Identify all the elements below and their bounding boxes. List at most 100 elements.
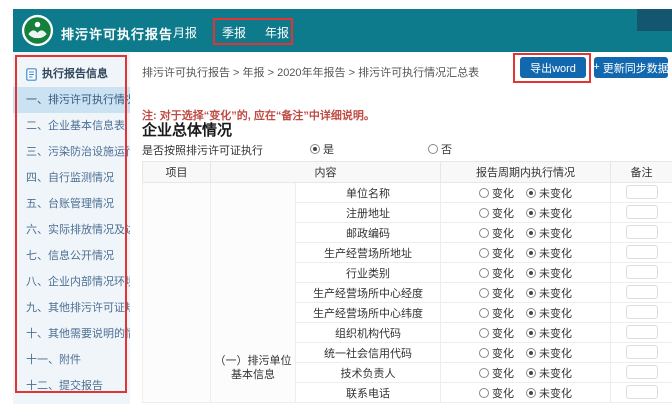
breadcrumb: 排污许可执行报告 > 年报 > 2020年年报告 > 排污许可执行情况汇总表 xyxy=(142,67,480,79)
sidebar-item-ledger-management[interactable]: 五、台账管理情况 xyxy=(13,191,130,217)
radio-changed[interactable] xyxy=(479,307,489,318)
radio-unchanged[interactable] xyxy=(526,327,536,338)
row-label: 生产经营场所中心经度 xyxy=(295,282,441,303)
radio-unchanged[interactable] xyxy=(526,387,536,398)
unchanged-label: 未变化 xyxy=(539,227,572,240)
sidebar-item-other-permit[interactable]: 九、其他排污许可证规. xyxy=(13,295,130,321)
radio-unchanged[interactable] xyxy=(526,347,536,358)
remark-input[interactable] xyxy=(625,225,658,240)
sidebar-item-info-disclosure[interactable]: 七、信息公开情况 xyxy=(13,243,130,269)
unchanged-option[interactable]: 未变化 xyxy=(526,185,572,201)
radio-unchanged[interactable] xyxy=(526,187,536,198)
changed-label: 变化 xyxy=(492,307,514,320)
changed-option[interactable]: 变化 xyxy=(479,185,514,201)
unchanged-option[interactable]: 未变化 xyxy=(526,265,572,281)
radio-yes[interactable] xyxy=(310,144,320,154)
unchanged-label: 未变化 xyxy=(539,287,572,300)
changed-option[interactable]: 变化 xyxy=(479,365,514,381)
nav-annual-report[interactable]: 年报 xyxy=(265,24,289,41)
radio-changed[interactable] xyxy=(479,187,489,198)
ministry-logo-icon xyxy=(21,14,54,47)
remark-input[interactable] xyxy=(625,185,658,200)
radio-unchanged[interactable] xyxy=(526,307,536,318)
sidebar-item-internal-env[interactable]: 八、企业内部情况环境. xyxy=(13,269,130,295)
unchanged-option[interactable]: 未变化 xyxy=(526,365,572,381)
unchanged-option[interactable]: 未变化 xyxy=(526,285,572,301)
sync-button-label: 更新同步数据 xyxy=(602,62,669,75)
unchanged-option[interactable]: 未变化 xyxy=(526,205,572,221)
nav-monthly-report[interactable]: 月报 xyxy=(173,24,197,41)
user-menu-fragment[interactable] xyxy=(637,9,672,31)
unchanged-label: 未变化 xyxy=(539,327,572,340)
sidebar-item-permit-execution[interactable]: 一、排污许可执行情况 xyxy=(13,87,130,113)
changed-option[interactable]: 变化 xyxy=(479,385,514,401)
export-word-button[interactable]: 导出word xyxy=(520,57,586,78)
changed-option[interactable]: 变化 xyxy=(479,285,514,301)
remark-input[interactable] xyxy=(625,365,658,380)
summary-table: 项目 内容 报告周期内执行情况 备注 （一）排污单位 基本信息 单位名称 变化 xyxy=(142,161,672,403)
sidebar-item-attachments[interactable]: 十一、附件 xyxy=(13,347,130,373)
changed-option[interactable]: 变化 xyxy=(479,245,514,261)
sync-data-button[interactable]: + 更新同步数据 xyxy=(593,57,669,78)
changed-option[interactable]: 变化 xyxy=(479,205,514,221)
remark-input[interactable] xyxy=(625,245,658,260)
app-window: 排污许可执行报告 月报 季报 年报 执行报告信息 一、排污许可执行情况 二、企业… xyxy=(13,9,672,404)
remark-input[interactable] xyxy=(625,305,658,320)
radio-changed[interactable] xyxy=(479,227,489,238)
nav-quarterly-report[interactable]: 季报 xyxy=(222,24,246,41)
sidebar-item-submit-report[interactable]: 十二、提交报告 xyxy=(13,373,130,399)
radio-unchanged[interactable] xyxy=(526,227,536,238)
radio-changed[interactable] xyxy=(479,287,489,298)
unchanged-option[interactable]: 未变化 xyxy=(526,305,572,321)
radio-changed[interactable] xyxy=(479,267,489,278)
unchanged-label: 未变化 xyxy=(539,307,572,320)
changed-label: 变化 xyxy=(492,347,514,360)
radio-unchanged[interactable] xyxy=(526,207,536,218)
unchanged-option[interactable]: 未变化 xyxy=(526,245,572,261)
sidebar-item-self-monitoring[interactable]: 四、自行监测情况 xyxy=(13,165,130,191)
remark-input[interactable] xyxy=(625,265,658,280)
radio-changed[interactable] xyxy=(479,207,489,218)
radio-unchanged[interactable] xyxy=(526,287,536,298)
project-cell xyxy=(142,182,211,403)
unchanged-option[interactable]: 未变化 xyxy=(526,385,572,401)
col-header-content: 内容 xyxy=(210,161,441,183)
radio-changed[interactable] xyxy=(479,247,489,258)
sidebar-item-other-notes[interactable]: 十、其他需要说明的情. xyxy=(13,321,130,347)
unchanged-option[interactable]: 未变化 xyxy=(526,325,572,341)
row-label: 技术负责人 xyxy=(295,362,441,383)
compliance-yes-option[interactable]: 是 xyxy=(310,141,334,157)
changed-label: 变化 xyxy=(492,287,514,300)
sidebar-item-pollution-control[interactable]: 三、污染防治设施运行. xyxy=(13,139,130,165)
radio-changed[interactable] xyxy=(479,327,489,338)
sidebar-item-actual-emission[interactable]: 六、实际排放情况及达. xyxy=(13,217,130,243)
unchanged-label: 未变化 xyxy=(539,187,572,200)
remark-input[interactable] xyxy=(625,285,658,300)
remark-input[interactable] xyxy=(625,325,658,340)
unchanged-option[interactable]: 未变化 xyxy=(526,225,572,241)
radio-unchanged[interactable] xyxy=(526,267,536,278)
sidebar-item-basic-info[interactable]: 二、企业基本信息表 xyxy=(13,113,130,139)
radio-changed[interactable] xyxy=(479,387,489,398)
screenshot-page: 排污许可执行报告 月报 季报 年报 执行报告信息 一、排污许可执行情况 二、企业… xyxy=(0,0,672,415)
changed-label: 变化 xyxy=(492,367,514,380)
radio-changed[interactable] xyxy=(479,347,489,358)
changed-option[interactable]: 变化 xyxy=(479,265,514,281)
changed-option[interactable]: 变化 xyxy=(479,325,514,341)
sidebar-nav: 执行报告信息 一、排污许可执行情况 二、企业基本信息表 三、污染防治设施运行. … xyxy=(13,52,130,404)
remark-input[interactable] xyxy=(625,345,658,360)
remark-input[interactable] xyxy=(625,385,658,400)
unchanged-option[interactable]: 未变化 xyxy=(526,345,572,361)
changed-option[interactable]: 变化 xyxy=(479,225,514,241)
changed-option[interactable]: 变化 xyxy=(479,305,514,321)
sidebar-item-report-info[interactable]: 执行报告信息 xyxy=(13,61,130,87)
changed-label: 变化 xyxy=(492,187,514,200)
radio-no[interactable] xyxy=(428,144,438,154)
radio-unchanged[interactable] xyxy=(526,367,536,378)
compliance-no-option[interactable]: 否 xyxy=(428,141,452,157)
radio-changed[interactable] xyxy=(479,367,489,378)
changed-option[interactable]: 变化 xyxy=(479,345,514,361)
remark-input[interactable] xyxy=(625,205,658,220)
radio-unchanged[interactable] xyxy=(526,247,536,258)
changed-label: 变化 xyxy=(492,207,514,220)
